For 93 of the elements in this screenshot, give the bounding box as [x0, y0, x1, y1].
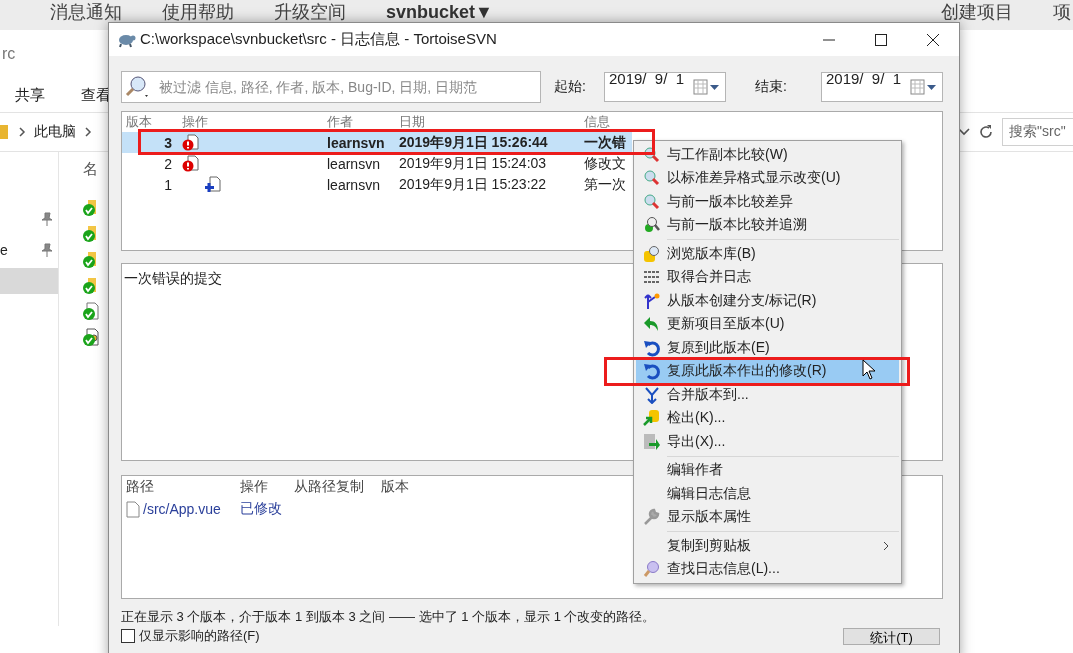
database-arrow-icon — [642, 409, 661, 428]
search-icon — [125, 75, 151, 99]
field-label: 结束: — [755, 78, 788, 96]
filter-field[interactable]: 被过滤 信息, 路径, 作者, 版本, Bug-ID, 日期, 日期范 — [121, 71, 541, 103]
menu-item[interactable]: 显示版本属性 — [636, 505, 899, 529]
date-field[interactable]: 2019/ 9/ 1 — [604, 72, 726, 102]
column-header[interactable]: 操作 — [236, 478, 290, 496]
menu-item[interactable]: 编辑作者 — [636, 458, 899, 482]
menu-item[interactable]: 与工作副本比较(W) — [636, 143, 899, 167]
status-text: 正在显示 3 个版本，介于版本 1 到版本 3 之间 —— 选中了 1 个版本，显示 1 个改变的路径。 — [121, 608, 657, 626]
statistics-button[interactable]: 统计(T) — [843, 627, 940, 645]
column-header[interactable]: 名 — [83, 160, 101, 179]
refresh-icon[interactable] — [978, 124, 994, 140]
file-icon — [126, 500, 140, 518]
search-icon — [642, 560, 661, 579]
table-cell-text: 2019年9月1日 15:24:03 — [398, 154, 548, 173]
versioned-file-icon[interactable] — [83, 328, 101, 347]
table-cell[interactable]: /src/App.vue — [143, 501, 221, 517]
table-cell-text: learnsvn — [326, 176, 381, 193]
column-header[interactable]: 版本 — [122, 113, 178, 131]
calendar-dropdown-icon[interactable] — [910, 79, 938, 95]
menu-item[interactable]: 从版本创建分支/标记(R) — [636, 289, 899, 313]
table-cell-text: 已修改 — [239, 500, 283, 518]
magnifier-icon — [642, 145, 661, 164]
menu-item[interactable]: 浏览版本库(B) — [636, 242, 899, 266]
table-cell-text: 2019年9月1日 15:26:44 — [398, 133, 549, 152]
menu-item[interactable]: 取得合并日志 — [636, 265, 899, 289]
branch-icon — [642, 291, 661, 310]
undo-icon — [642, 338, 661, 357]
site-menu-item[interactable]: 使用帮助 — [162, 2, 234, 22]
merge-arrow-icon — [642, 385, 661, 404]
project-switcher[interactable]: svnbucket▼ — [386, 2, 493, 22]
menu-item[interactable]: 复制到剪贴板 — [636, 534, 899, 558]
document-arrow-icon — [642, 432, 661, 451]
wrench-icon — [642, 508, 661, 527]
table-cell-text: 一次错 — [583, 133, 627, 152]
log-row[interactable]: 2 learnsvn 2019年9月1日 15:24:03 修改文 — [122, 153, 632, 174]
column-header[interactable]: 从路径复制 — [290, 478, 377, 496]
nav-item[interactable]: e — [0, 237, 58, 263]
table-cell-text: 修改文 — [583, 154, 627, 173]
database-search-icon — [642, 244, 661, 263]
person-search-icon — [642, 216, 661, 235]
ribbon-tab[interactable]: 共享 — [15, 85, 45, 105]
pin-icon[interactable] — [40, 212, 54, 226]
table-cell-text: learnsvn — [326, 155, 381, 172]
column-header[interactable]: 信息 — [580, 113, 628, 131]
field-label: 起始: — [554, 78, 587, 96]
menu-item[interactable]: 与前一版本比较并追溯 — [636, 213, 899, 237]
chevron-down-icon[interactable] — [958, 128, 970, 136]
table-cell-text: 2 — [163, 155, 173, 172]
ribbon-tab[interactable]: 查看 — [81, 85, 111, 105]
calendar-dropdown-icon[interactable] — [693, 79, 721, 95]
magnifier-icon — [642, 192, 661, 211]
menu-item[interactable]: 合并版本到... — [636, 383, 899, 407]
menu-item[interactable]: 与前一版本比较差异 — [636, 190, 899, 214]
cursor-icon — [862, 359, 876, 380]
table-cell-text: 2019年9月1日 15:23:22 — [398, 175, 548, 194]
log-row[interactable]: 3 learnsvn 2019年9月1日 15:26:44 一次错 — [122, 132, 632, 153]
column-header[interactable]: 路径 — [122, 478, 236, 496]
site-menu-item[interactable]: 创建项目 — [941, 2, 1013, 22]
site-menu-item[interactable]: 升级空间 — [274, 2, 346, 22]
pin-icon[interactable] — [40, 243, 54, 257]
column-header[interactable]: 操作 — [178, 113, 323, 131]
column-header[interactable]: 版本 — [377, 478, 422, 496]
only-affected-checkbox[interactable]: 仅显示影响的路径(F) — [121, 627, 260, 645]
folder-icon — [0, 124, 10, 140]
table-cell-text: learnsvn — [326, 134, 386, 151]
menu-item[interactable]: 编辑日志信息 — [636, 482, 899, 506]
nav-label: e — [0, 242, 8, 258]
window-title: rc — [2, 45, 16, 63]
menu-item[interactable]: 以标准差异格式显示改变(U) — [636, 166, 899, 190]
log-row[interactable]: 1 learnsvn 2019年9月1日 15:23:22 第一次 — [122, 174, 632, 195]
menu-item[interactable]: 检出(K)... — [636, 406, 899, 430]
chevron-icon — [84, 126, 92, 138]
column-header[interactable]: 日期 — [395, 113, 580, 131]
table-cell-text: 3 — [163, 134, 173, 151]
window-title: C:\workspace\svnbucket\src - 日志信息 - TortoiseSVN — [140, 30, 497, 49]
menu-item[interactable]: 更新项目至版本(U) — [636, 312, 899, 336]
undo-icon — [642, 362, 661, 381]
site-menu-item[interactable]: 项 — [1053, 2, 1071, 22]
breadcrumb-item[interactable]: 此电脑 — [34, 123, 76, 141]
column-header[interactable]: 作者 — [323, 113, 395, 131]
chevron-icon — [18, 126, 26, 138]
menu-item[interactable]: 复原到此版本(E) — [636, 336, 899, 360]
table-cell-text: 1 — [163, 176, 173, 193]
menu-item[interactable]: 导出(X)... — [636, 430, 899, 454]
site-menu-item[interactable]: 消息通知 — [50, 2, 122, 22]
date-field[interactable]: 2019/ 9/ 1 — [821, 72, 943, 102]
magnifier-icon — [642, 169, 661, 188]
table-cell-text: 第一次 — [583, 175, 627, 194]
versioned-file-icon[interactable] — [83, 302, 101, 321]
search-field[interactable]: 搜索"src" — [1002, 118, 1073, 146]
menu-item[interactable]: 查找日志信息(L)... — [636, 557, 899, 581]
